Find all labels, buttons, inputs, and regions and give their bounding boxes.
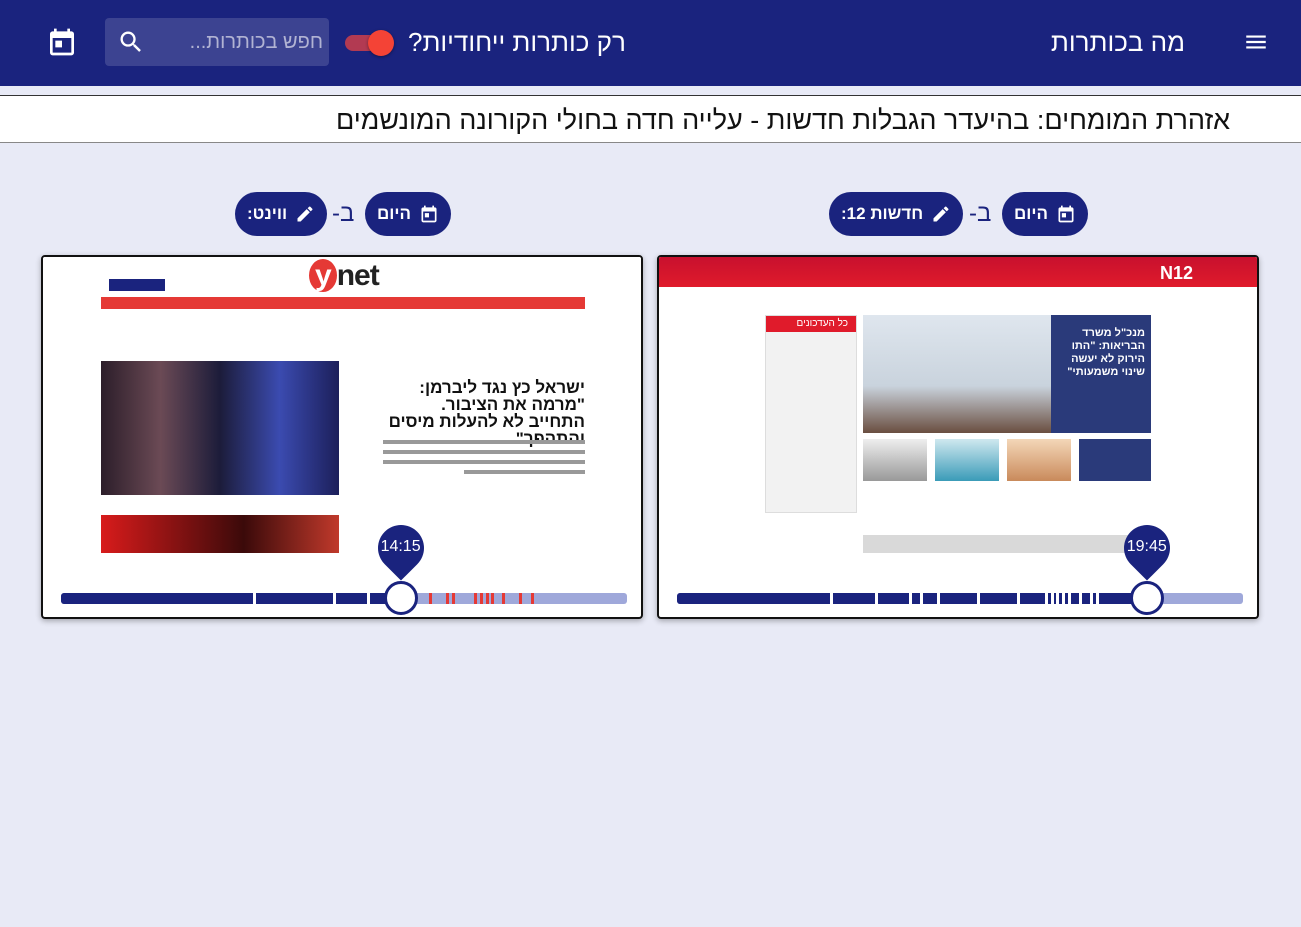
n12-main-headline: מנכ"ל משרד הבריאות: "התו הירוק לא יעשה ש… <box>1067 327 1145 378</box>
left-site-chip[interactable]: חדשות 12: <box>829 192 964 236</box>
ynet-nav-bar <box>101 297 585 309</box>
timeline-tick-unique <box>474 593 478 604</box>
timeline-tick <box>253 593 257 604</box>
search-box <box>105 18 329 66</box>
timeline-tick <box>1095 593 1099 604</box>
n12-screenshot[interactable]: N12 כל העדכונים מנכ"ל משרד הבריאות: "התו… <box>659 257 1257 553</box>
n12-thumb <box>863 439 927 481</box>
n12-card: N12 כל העדכונים מנכ"ל משרד הבריאות: "התו… <box>657 255 1259 619</box>
timeline-tick-unique <box>428 593 432 604</box>
calendar-icon <box>1058 205 1074 223</box>
timeline-tick <box>1044 593 1048 604</box>
timeline-tick <box>909 593 913 604</box>
ynet-main-headline: ישראל כץ נגד ליברמן: "מרמה את הציבור. הת… <box>388 378 585 448</box>
edit-icon <box>933 206 949 222</box>
left-separator: ב- <box>969 200 992 227</box>
left-date-chip[interactable]: היום <box>1002 192 1088 236</box>
ynet-time-label: 14:15 <box>380 538 421 555</box>
timeline-tick-unique <box>530 593 534 604</box>
edit-icon <box>297 206 313 222</box>
timeline-tick <box>1016 593 1020 604</box>
n12-timeline-knob[interactable] <box>1129 581 1164 615</box>
timeline-tick <box>829 593 833 604</box>
left-date-label: היום <box>1014 204 1048 223</box>
ynet-card: y net ישראל כץ נגד ליברמן: "מרמה את הציבו… <box>41 255 643 619</box>
timeline-tick <box>1078 593 1082 604</box>
n12-thumb <box>935 439 999 481</box>
timeline-tick <box>1090 593 1094 604</box>
n12-updates-title: כל העדכונים <box>796 318 848 329</box>
ynet-timeline[interactable] <box>61 593 627 604</box>
n12-updates-panel: כל העדכונים <box>765 315 857 513</box>
timeline-tick <box>366 593 370 604</box>
app-title: מה בכותרות <box>1050 27 1185 57</box>
timeline-tick <box>1061 593 1065 604</box>
timeline-progress <box>61 593 401 604</box>
timeline-tick <box>1067 593 1071 604</box>
right-separator: ב- <box>332 200 355 227</box>
app-bar: מה בכותרות רק כותרות ייחודיות? <box>0 0 1301 86</box>
unique-headlines-label: רק כותרות ייחודיות? <box>408 27 626 57</box>
n12-thumb <box>1079 439 1151 481</box>
timeline-tick <box>332 593 336 604</box>
timeline-tick <box>875 593 879 604</box>
ynet-main-image <box>101 361 339 495</box>
n12-time-label: 19:45 <box>1126 538 1167 555</box>
ynet-logo: y net <box>309 259 380 293</box>
timeline-tick <box>920 593 924 604</box>
ynet-timeline-knob[interactable] <box>383 581 418 615</box>
search-input[interactable] <box>157 26 323 58</box>
n12-thumb <box>1007 439 1071 481</box>
ticker-text: אזהרת המומחים: בהיעדר הגבלות חדשות - עלי… <box>336 105 1231 135</box>
timeline-tick-unique <box>491 593 495 604</box>
left-site-label: חדשות 12: <box>841 204 924 223</box>
timeline-tick <box>1056 593 1060 604</box>
timeline-tick-unique <box>502 593 506 604</box>
calendar-icon <box>421 205 437 223</box>
timeline-tick-unique <box>451 593 455 604</box>
n12-main-photo <box>863 315 1051 433</box>
timeline-tick-unique <box>479 593 483 604</box>
calendar-icon[interactable] <box>46 26 78 58</box>
timeline-tick <box>1050 593 1054 604</box>
right-date-chip[interactable]: היום <box>365 192 451 236</box>
n12-footer-strip <box>863 535 1151 553</box>
ynet-subtext <box>383 440 585 480</box>
menu-icon[interactable] <box>1243 29 1269 55</box>
ynet-screenshot[interactable]: y net ישראל כץ נגד ליברמן: "מרמה את הציבו… <box>43 257 641 553</box>
n12-logo: N12 <box>1159 263 1193 283</box>
search-icon[interactable] <box>117 28 145 56</box>
timeline-tick <box>976 593 980 604</box>
timeline-tick-unique <box>519 593 523 604</box>
timeline-tick-unique <box>485 593 489 604</box>
unique-headlines-toggle[interactable] <box>345 30 397 56</box>
right-site-label: ווינט: <box>247 204 288 223</box>
ynet-subscribe-button <box>109 279 165 291</box>
timeline-tick <box>937 593 941 604</box>
toggle-thumb <box>368 30 394 56</box>
right-date-label: היום <box>377 204 411 223</box>
right-site-chip[interactable]: ווינט: <box>235 192 328 236</box>
timeline-tick-unique <box>445 593 449 604</box>
ynet-breaking-bar <box>101 515 339 553</box>
headline-ticker[interactable]: אזהרת המומחים: בהיעדר הגבלות חדשות - עלי… <box>0 95 1301 143</box>
